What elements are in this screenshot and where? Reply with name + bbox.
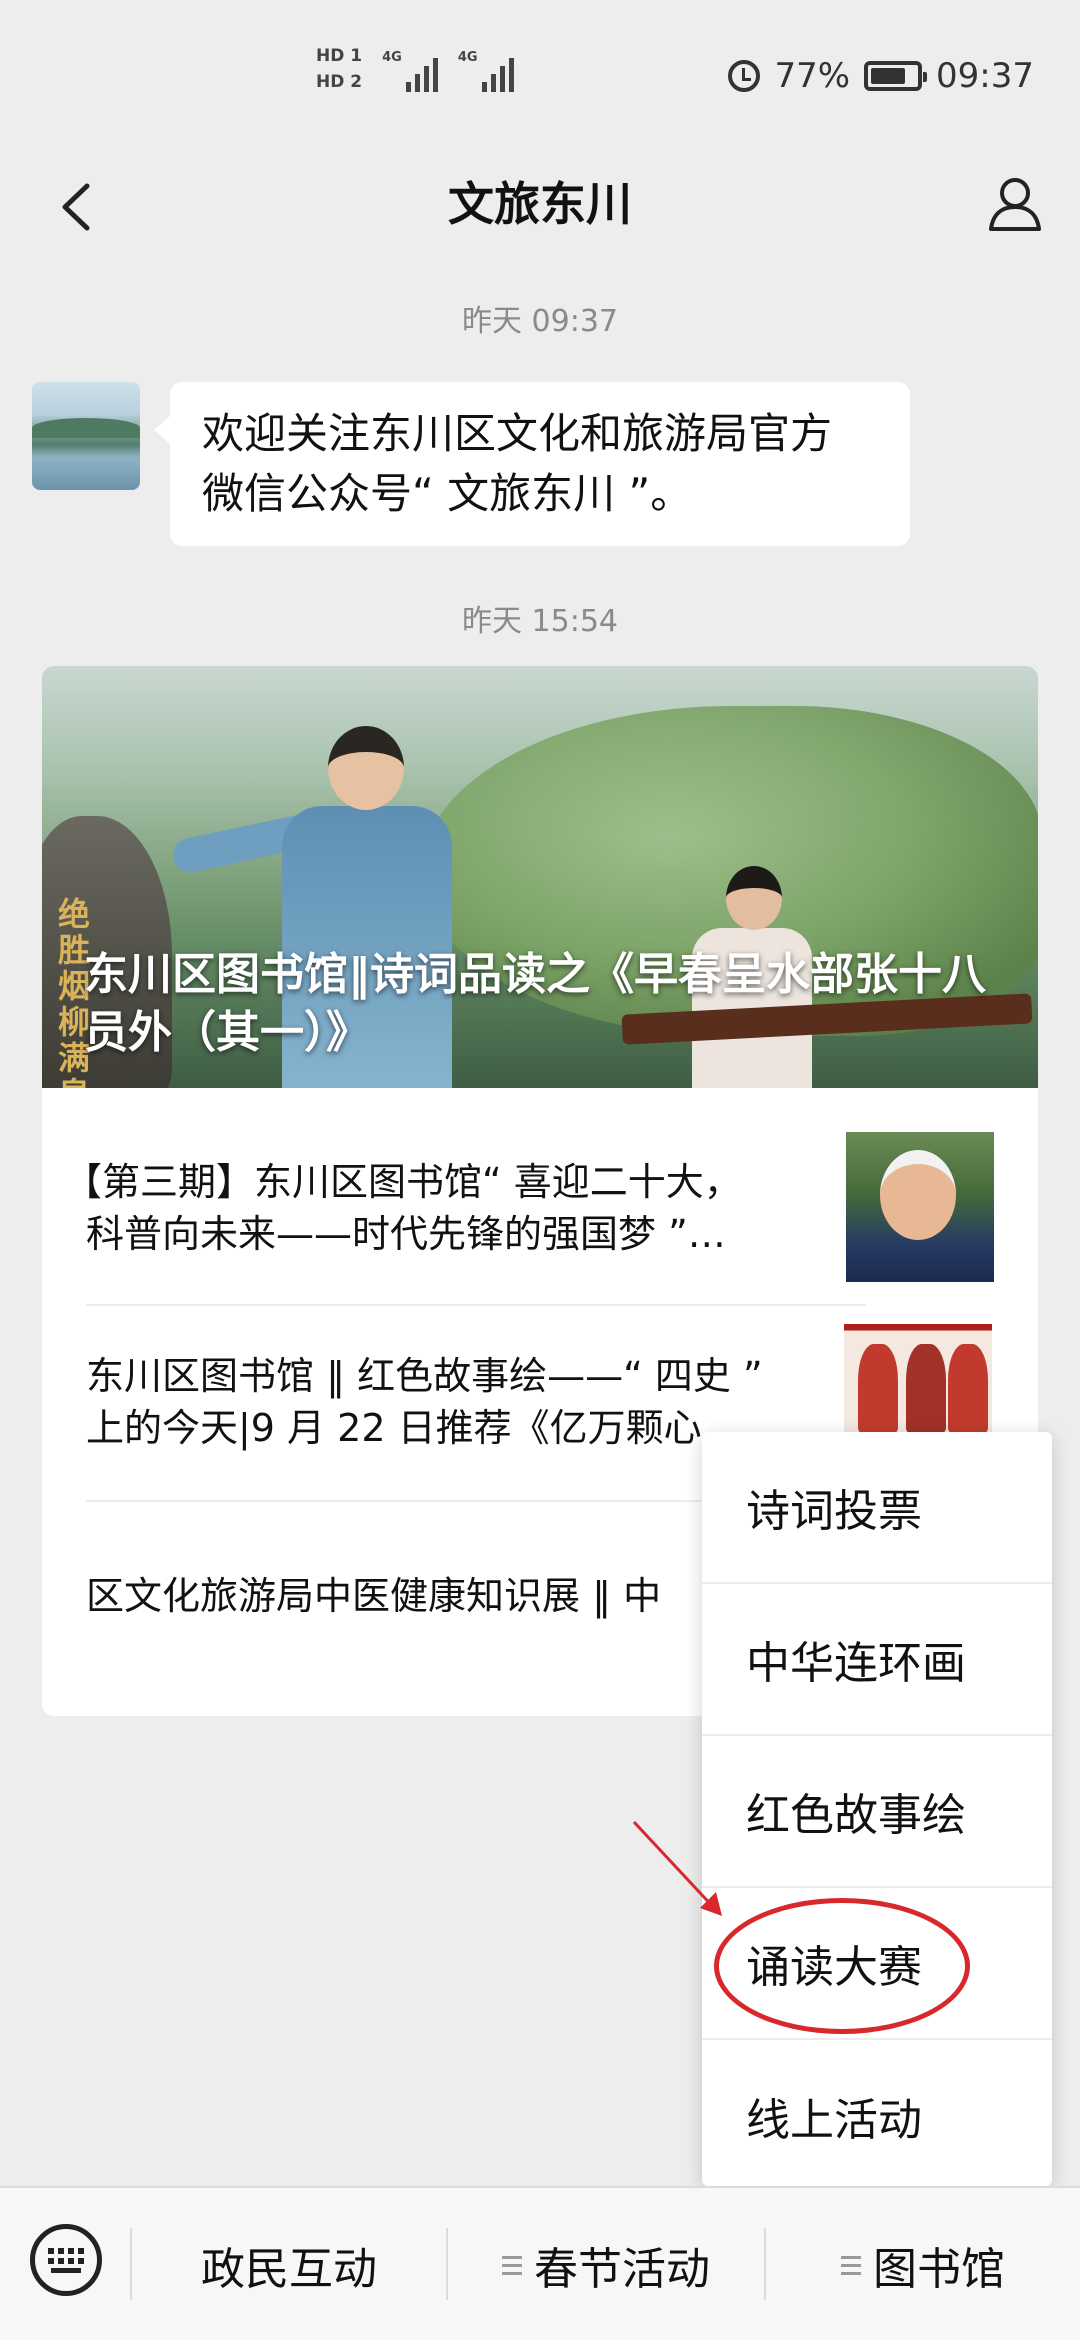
- article-item-1[interactable]: 【第三期】东川区图书馆“ 喜迎二十大， 科普向未来——时代先锋的强国梦 ”…: [64, 1156, 844, 1260]
- sim-signal-group: HD 1 HD 2 4G 4G: [316, 46, 514, 92]
- welcome-message-line2: 微信公众号“ 文旅东川 ”。: [202, 469, 693, 518]
- welcome-message-line1: 欢迎关注东川区文化和旅游局官方: [202, 409, 833, 458]
- signal-2-icon: 4G: [458, 50, 514, 92]
- menu-item-poetry-vote[interactable]: 诗词投票: [702, 1432, 1052, 1584]
- alarm-icon: [728, 60, 761, 92]
- status-bar: HD 1 HD 2 4G 4G 77% 09:37: [0, 0, 1080, 150]
- menu-tab-library[interactable]: 图书馆: [766, 2188, 1080, 2340]
- article-main-title: 东川区图书馆‖诗词品读之《早春呈水部张十八员外（其一）》: [84, 949, 986, 1058]
- article-thumbnail-1: [846, 1132, 994, 1282]
- menu-tab-government-interaction[interactable]: 政民互动: [132, 2188, 446, 2340]
- menu-item-comics[interactable]: 中华连环画: [702, 1584, 1052, 1736]
- nav-bar: 文旅东川: [0, 150, 1080, 260]
- article-thumbnail-2: [844, 1324, 992, 1432]
- highlight-circle-annotation: [714, 1898, 970, 2034]
- menu-item-online-activities[interactable]: 线上活动: [702, 2040, 1052, 2192]
- profile-icon[interactable]: [980, 168, 1050, 238]
- menu-item-red-stories[interactable]: 红色故事绘: [702, 1736, 1052, 1888]
- menu-lines-icon: [502, 2255, 522, 2275]
- battery-icon: [864, 61, 928, 91]
- menu-lines-icon: [841, 2255, 861, 2275]
- bottom-menu-bar: 政民互动 春节活动 图书馆: [0, 2186, 1080, 2340]
- account-avatar[interactable]: [32, 382, 140, 490]
- divider: [86, 1304, 866, 1306]
- page-title: 文旅东川: [448, 177, 632, 231]
- menu-tab-spring-festival[interactable]: 春节活动: [448, 2188, 764, 2340]
- sim2-indicator: HD 2: [316, 72, 363, 92]
- welcome-message-bubble[interactable]: 欢迎关注东川区文化和旅游局官方 微信公众号“ 文旅东川 ”。: [154, 382, 910, 546]
- battery-percent: 77%: [774, 56, 851, 96]
- article-cover-image[interactable]: 绝胜烟柳满皇都 东川区图书馆‖诗词品读之《早春呈水部张十八员外（其一）》: [42, 666, 1038, 1088]
- sim1-indicator: HD 1: [316, 46, 363, 66]
- submenu-popup: 诗词投票 中华连环画 红色故事绘 诵读大赛 线上活动: [702, 1432, 1052, 2186]
- article-timestamp: 昨天 15:54: [462, 604, 618, 639]
- clock: 09:37: [936, 56, 1034, 96]
- message-timestamp: 昨天 09:37: [462, 304, 618, 339]
- signal-1-icon: 4G: [382, 50, 438, 92]
- arrow-annotation-icon: [632, 1820, 722, 1916]
- keyboard-icon[interactable]: [30, 2224, 102, 2296]
